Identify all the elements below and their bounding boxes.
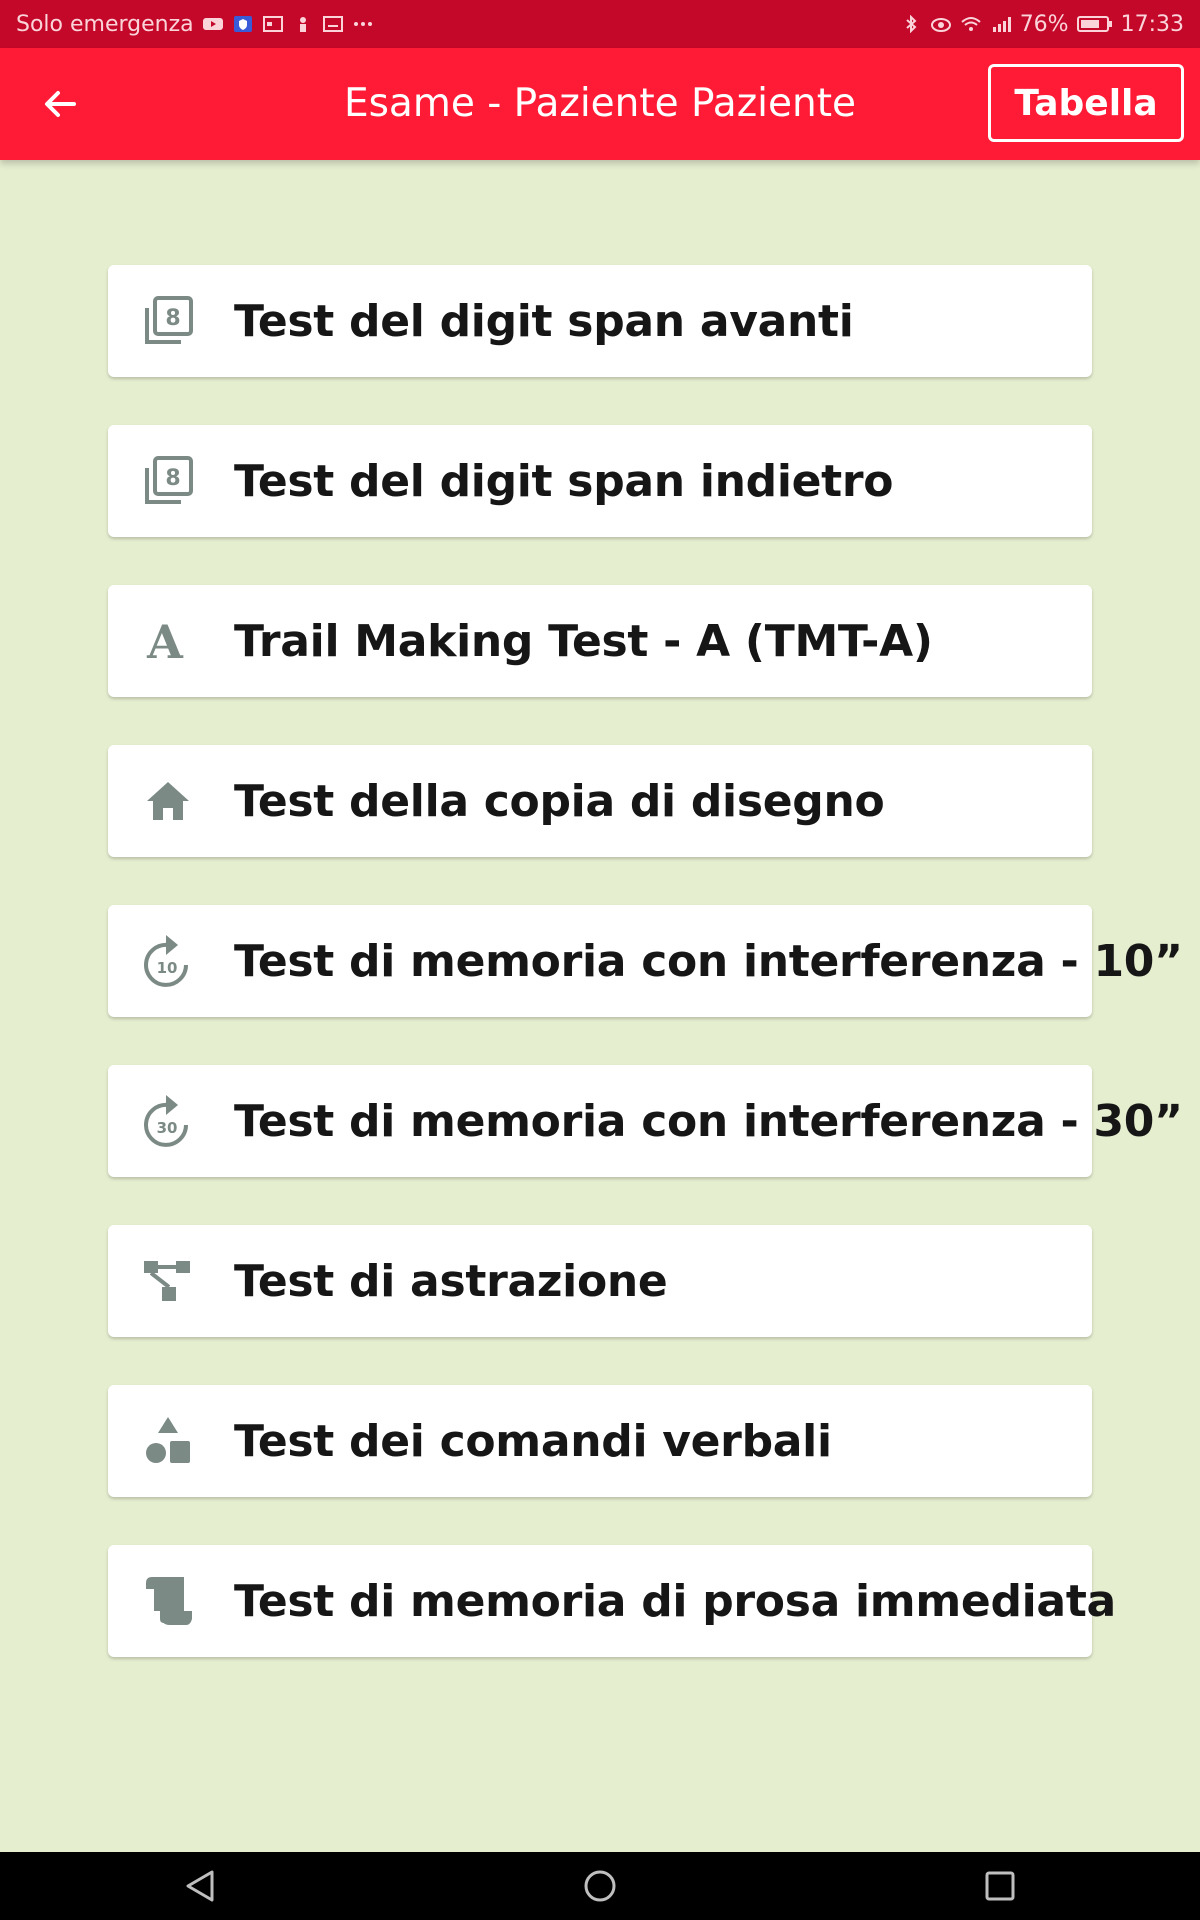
keyboard-notification-icon [322, 16, 343, 32]
forward-30-icon: 30 [132, 1085, 204, 1157]
filter-8-icon: 8 [132, 285, 204, 357]
calendar-notification-icon [262, 16, 283, 32]
signal-icon [992, 17, 1011, 32]
eye-comfort-icon [930, 18, 951, 32]
test-item-digit-span-forward[interactable]: 8 Test del digit span avanti [108, 265, 1092, 377]
test-item-digit-span-backward[interactable]: 8 Test del digit span indietro [108, 425, 1092, 537]
test-item-verbal-commands[interactable]: Test dei comandi verbali [108, 1385, 1092, 1497]
scroll-icon [132, 1565, 204, 1637]
test-item-drawing-copy[interactable]: Test della copia di disegno [108, 745, 1092, 857]
test-item-trail-making-a[interactable]: A Trail Making Test - A (TMT-A) [108, 585, 1092, 697]
page-title: Esame - Paziente Paziente [343, 81, 857, 126]
svg-text:A: A [146, 615, 184, 668]
svg-text:8: 8 [165, 306, 180, 331]
app-bar: Esame - Paziente Paziente Tabella [0, 48, 1200, 160]
system-navigation-bar [0, 1852, 1200, 1920]
test-item-prose-memory[interactable]: Test di memoria di prosa immediata [108, 1545, 1116, 1657]
nav-recents-button[interactable] [970, 1856, 1030, 1916]
test-item-label: Test dei comandi verbali [234, 1415, 832, 1467]
shield-notification-icon [233, 16, 252, 32]
test-item-label: Test della copia di disegno [234, 775, 885, 827]
svg-text:10: 10 [157, 959, 178, 977]
shapes-icon [132, 1405, 204, 1477]
battery-percent: 76% [1019, 11, 1069, 37]
nav-home-button[interactable] [570, 1856, 630, 1916]
test-item-memory-interference-10[interactable]: 10 Test di memoria con interferenza - 10… [108, 905, 1183, 1017]
battery-icon [1076, 16, 1112, 32]
test-item-label: Test di memoria con interferenza - 10” [234, 935, 1183, 987]
test-item-label: Trail Making Test - A (TMT-A) [234, 615, 933, 667]
triangle-back-icon [186, 1870, 214, 1902]
test-list: 8 Test del digit span avanti 8 Test del … [108, 265, 1183, 1705]
letter-a-icon: A [132, 605, 204, 677]
table-button[interactable]: Tabella [988, 64, 1184, 142]
wifi-icon [961, 17, 981, 31]
test-item-label: Test del digit span avanti [234, 295, 854, 347]
test-item-memory-interference-30[interactable]: 30 Test di memoria con interferenza - 30… [108, 1065, 1183, 1177]
svg-text:8: 8 [165, 466, 180, 491]
back-button[interactable] [30, 74, 90, 134]
carrier-text: Solo emergenza [16, 11, 194, 37]
filter-8-icon: 8 [132, 445, 204, 517]
person-notification-icon [299, 17, 306, 32]
test-item-label: Test di astrazione [234, 1255, 668, 1307]
test-item-abstraction[interactable]: Test di astrazione [108, 1225, 1092, 1337]
youtube-notification-icon [202, 18, 223, 30]
test-item-label: Test di memoria con interferenza - 30” [234, 1095, 1183, 1147]
arrow-back-icon [45, 91, 76, 117]
status-bar: Solo emergenza 76% 17:33 [0, 0, 1200, 48]
circle-home-icon [584, 1870, 616, 1902]
more-notifications-icon [353, 22, 372, 26]
home-icon [132, 765, 204, 837]
nav-back-button[interactable] [170, 1856, 230, 1916]
test-item-label: Test del digit span indietro [234, 455, 894, 507]
forward-10-icon: 10 [132, 925, 204, 997]
clock: 17:33 [1120, 11, 1184, 37]
square-recents-icon [985, 1871, 1015, 1901]
test-item-label: Test di memoria di prosa immediata [234, 1575, 1116, 1627]
bluetooth-icon [906, 15, 917, 33]
svg-text:30: 30 [157, 1119, 178, 1137]
flow-chart-icon [132, 1245, 204, 1317]
